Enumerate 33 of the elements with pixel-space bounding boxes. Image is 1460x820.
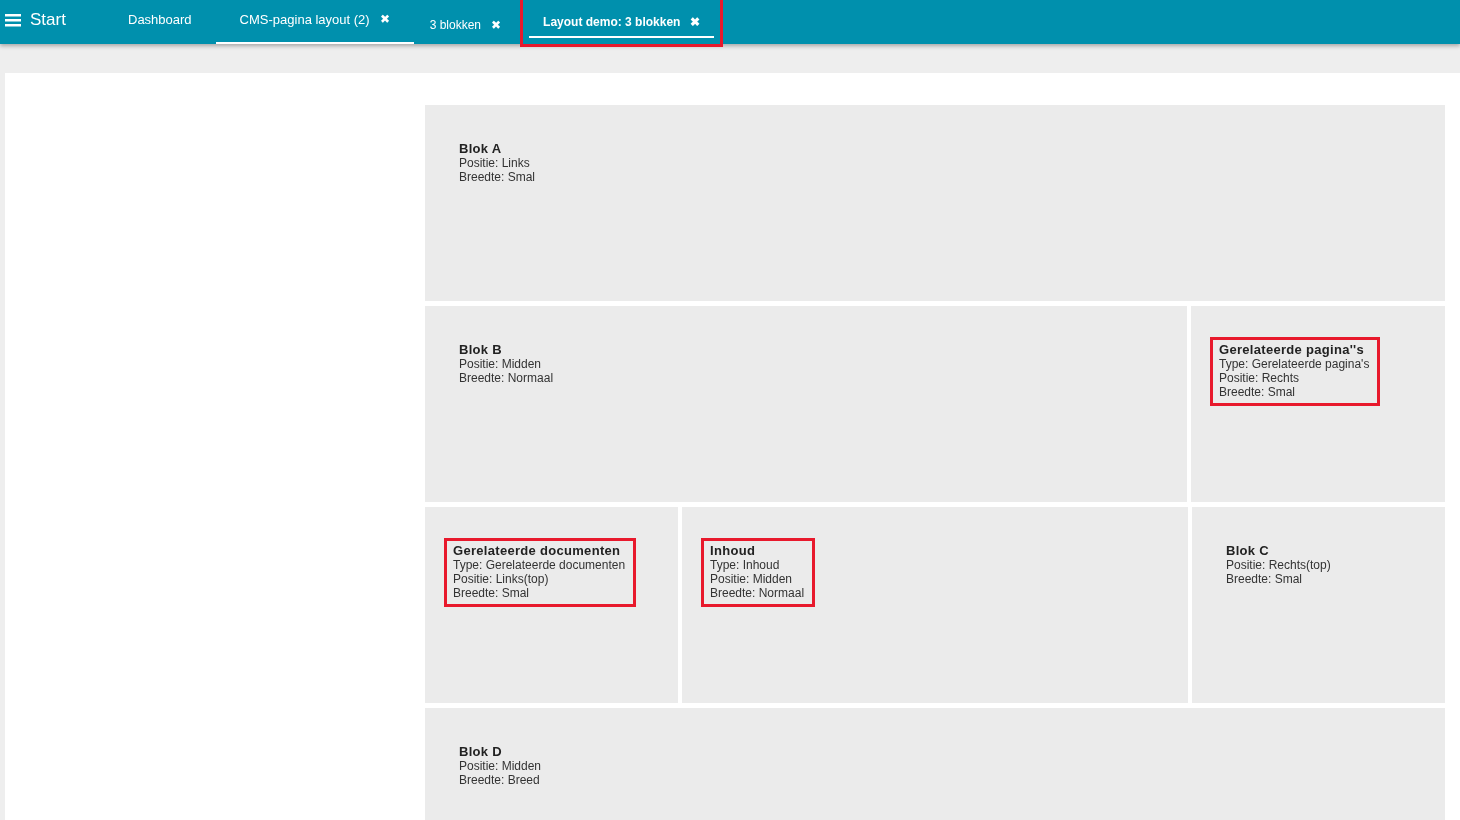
block-detail: Positie: Links(top) xyxy=(453,572,550,586)
tab[interactable]: CMS-pagina layout (2) ✖ xyxy=(215,0,414,44)
block-title: Blok D xyxy=(459,744,503,759)
block-detail: Type: Gerelateerde documenten xyxy=(453,558,626,572)
block-detail: Positie: Midden xyxy=(459,357,543,371)
block-title: Blok C xyxy=(1226,543,1270,558)
block-title: Gerelateerde pagina''s xyxy=(1219,342,1365,357)
block-detail: Type: Gerelateerde pagina's xyxy=(1219,357,1370,371)
block-detail: Breedte: Smal xyxy=(453,586,531,600)
block-title: Gerelateerde documenten xyxy=(453,543,622,558)
block-detail: Type: Inhoud xyxy=(710,558,781,572)
block-title: Blok A xyxy=(459,141,503,156)
menu-icon xyxy=(5,13,21,27)
block-detail: Breedte: Smal xyxy=(1226,572,1304,586)
block-detail: Breedte: Normaal xyxy=(710,586,805,600)
block-detail: Breedte: Smal xyxy=(1219,385,1297,399)
block-detail: Breedte: Normaal xyxy=(459,371,554,385)
close-icon[interactable]: ✖ xyxy=(379,12,390,26)
block-detail: Breedte: Smal xyxy=(459,170,536,184)
block-title: Inhoud xyxy=(710,543,757,558)
start-menu-button[interactable]: Start xyxy=(0,0,104,44)
close-icon[interactable]: ✖ xyxy=(690,15,701,29)
block-detail: Positie: Midden xyxy=(459,759,542,773)
block-detail: Positie: Midden xyxy=(710,572,794,586)
tab[interactable]: Layout demo: 3 blokken ✖ xyxy=(529,4,715,38)
block-title: Blok B xyxy=(459,342,503,357)
tab[interactable]: Dashboard xyxy=(104,0,216,44)
close-icon[interactable]: ✖ xyxy=(491,18,502,32)
tab[interactable]: 3 blokken ✖ xyxy=(415,0,516,44)
block-detail: Breedte: Breed xyxy=(459,773,541,787)
block-detail: Positie: Links xyxy=(459,156,531,170)
block-detail: Positie: Rechts(top) xyxy=(1226,558,1331,572)
block-detail: Positie: Rechts xyxy=(1219,371,1301,385)
